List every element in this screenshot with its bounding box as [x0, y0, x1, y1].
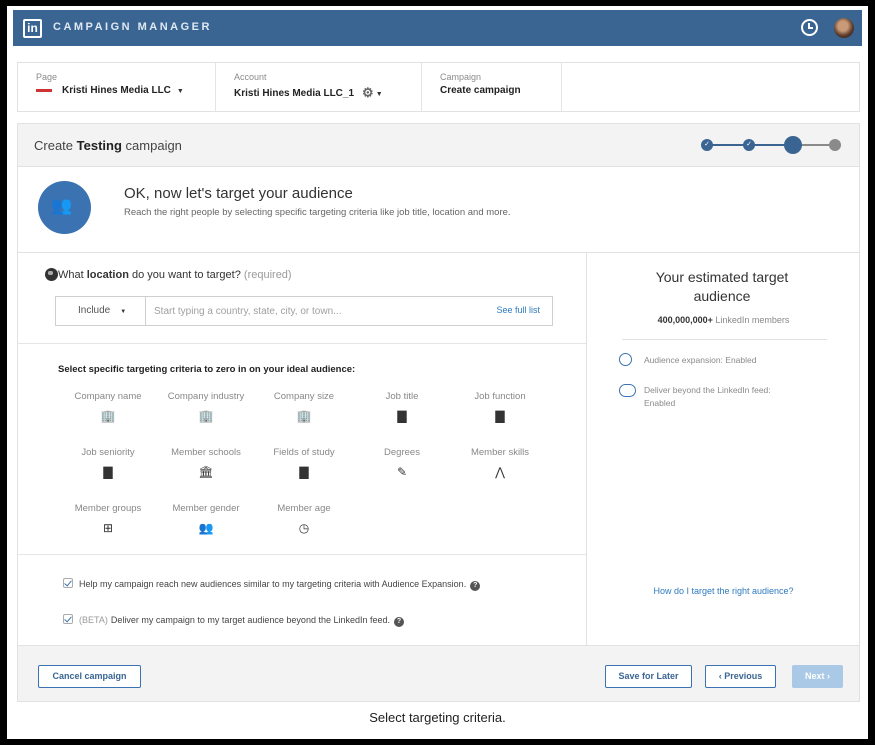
document-icon: ▇	[299, 465, 309, 479]
caption: Select targeting criteria.	[369, 710, 506, 725]
step-3-current	[784, 136, 802, 154]
next-button[interactable]: Next ›	[792, 665, 843, 688]
document-icon: ▇	[397, 409, 407, 423]
intro-title: OK, now let's target your audience	[124, 185, 353, 202]
location-input[interactable]	[154, 302, 474, 320]
beyond-feed-label: Deliver my campaign to my target audienc…	[110, 615, 391, 625]
location-question: What location do you want to target? (re…	[58, 269, 292, 281]
divider	[18, 343, 586, 344]
breadcrumb-campaign-label: Campaign	[440, 72, 482, 82]
linkedin-logo[interactable]: in	[23, 19, 42, 38]
footer-actions: Cancel campaign Save for Later ‹ Previou…	[17, 645, 860, 702]
app-title: CAMPAIGN MANAGER	[53, 21, 212, 33]
target-help-link[interactable]: How do I target the right audience?	[587, 586, 860, 596]
include-dropdown[interactable]: Include ▼	[56, 297, 146, 325]
compass-icon: ⋀	[495, 465, 505, 479]
step-1-done: ✓	[701, 139, 713, 151]
building-icon: 🏢	[198, 409, 214, 423]
chevron-down-icon: ▼	[120, 309, 127, 315]
gear-icon[interactable]: ⚙	[362, 85, 374, 101]
intro-section: 👥 OK, now let's target your audience Rea…	[17, 167, 860, 253]
group-icon: ⊞	[102, 521, 114, 535]
criteria-title: Select specific targeting criteria to ze…	[58, 364, 356, 375]
divider	[18, 554, 586, 555]
beyond-feed-status-line1: Deliver beyond the LinkedIn feed:	[644, 385, 771, 395]
step-4-pending	[829, 139, 841, 151]
beyond-feed-checkbox[interactable]	[63, 614, 73, 624]
people-icon: 👥	[198, 521, 214, 535]
criteria-member-gender[interactable]: Member gender 👥	[156, 503, 256, 535]
page-logo	[36, 88, 52, 92]
audience-expansion-status: Audience expansion: Enabled	[644, 355, 757, 365]
breadcrumb: Page Kristi Hines Media LLC ▼ Account Kri…	[17, 62, 860, 112]
beyond-feed-option: (BETA) Deliver my campaign to my target a…	[63, 614, 405, 627]
beta-tag: (BETA)	[79, 615, 108, 625]
campaign-header: Create Testing campaign ✓ ✓	[17, 123, 860, 167]
audience-estimate-panel: Your estimated target audience 400,000,0…	[587, 253, 860, 645]
intro-subtitle: Reach the right people by selecting spec…	[124, 207, 511, 218]
help-icon[interactable]: ?	[394, 617, 405, 627]
targeting-panel: What location do you want to target? (re…	[17, 253, 587, 645]
document-icon: ▇	[495, 409, 505, 423]
screenshot-frame: in CAMPAIGN MANAGER Page Kristi Hines Me…	[7, 6, 868, 739]
criteria-company-industry[interactable]: Company industry 🏢	[156, 391, 256, 423]
criteria-member-skills[interactable]: Member skills ⋀	[450, 447, 550, 479]
criteria-job-seniority[interactable]: Job seniority ▇	[58, 447, 158, 479]
help-icon[interactable]: ?	[470, 581, 481, 591]
audience-expansion-option: Help my campaign reach new audiences sim…	[63, 578, 481, 591]
clock-icon: ◷	[298, 521, 310, 535]
previous-button[interactable]: ‹ Previous	[705, 665, 776, 688]
breadcrumb-campaign: Campaign Create campaign	[422, 63, 562, 111]
criteria-job-function[interactable]: Job function ▇	[450, 391, 550, 423]
document-icon: ▇	[103, 465, 113, 479]
breadcrumb-account-label: Account	[234, 72, 267, 82]
criteria-member-age[interactable]: Member age ◷	[254, 503, 354, 535]
criteria-member-schools[interactable]: Member schools 🏛	[156, 447, 256, 479]
clock-icon[interactable]	[801, 19, 818, 36]
breadcrumb-account-value: Kristi Hines Media LLC_1	[234, 88, 355, 99]
school-icon: 🏛	[198, 465, 214, 479]
audience-title: Your estimated target audience	[655, 269, 789, 304]
criteria-degrees[interactable]: Degrees ✎	[352, 447, 452, 479]
criteria-company-name[interactable]: Company name 🏢	[58, 391, 158, 423]
person-icon	[619, 353, 632, 366]
required-tag: (required)	[243, 269, 292, 281]
location-field: Include▼ See full list	[55, 296, 553, 326]
top-nav-bar: in CAMPAIGN MANAGER	[13, 10, 862, 46]
progress-stepper: ✓ ✓	[701, 136, 841, 154]
breadcrumb-campaign-value: Create campaign	[440, 85, 521, 96]
criteria-member-groups[interactable]: Member groups ⊞	[58, 503, 158, 535]
campaign-name: Testing	[76, 138, 122, 153]
toggle-icon	[619, 384, 636, 397]
breadcrumb-account[interactable]: Account Kristi Hines Media LLC_1 ⚙ ▼	[216, 63, 422, 111]
breadcrumb-page[interactable]: Page Kristi Hines Media LLC ▼	[18, 63, 216, 111]
audience-count: 400,000,000+ LinkedIn members	[657, 315, 790, 325]
save-for-later-button[interactable]: Save for Later	[605, 665, 692, 688]
audience-icon: 👥	[38, 181, 91, 234]
criteria-fields-of-study[interactable]: Fields of study ▇	[254, 447, 354, 479]
avatar[interactable]	[834, 18, 854, 38]
globe-icon	[45, 268, 58, 281]
audience-expansion-label: Help my campaign reach new audiences sim…	[79, 579, 467, 589]
audience-expansion-checkbox[interactable]	[63, 578, 73, 588]
criteria-job-title[interactable]: Job title ▇	[352, 391, 452, 423]
building-icon: 🏢	[296, 409, 312, 423]
see-full-list-link[interactable]: See full list	[496, 305, 540, 315]
page-title: Create Testing campaign	[34, 138, 182, 153]
chevron-down-icon[interactable]: ▼	[376, 91, 383, 98]
breadcrumb-page-label: Page	[36, 72, 58, 82]
divider	[622, 339, 827, 340]
chevron-down-icon[interactable]: ▼	[177, 88, 184, 95]
beyond-feed-status-line2: Enabled	[644, 398, 676, 408]
building-icon: 🏢	[100, 409, 116, 423]
diploma-icon: ✎	[396, 465, 408, 479]
breadcrumb-page-value: Kristi Hines Media LLC	[62, 85, 171, 96]
cancel-campaign-button[interactable]: Cancel campaign	[38, 665, 141, 688]
step-2-done: ✓	[743, 139, 755, 151]
criteria-company-size[interactable]: Company size 🏢	[254, 391, 354, 423]
